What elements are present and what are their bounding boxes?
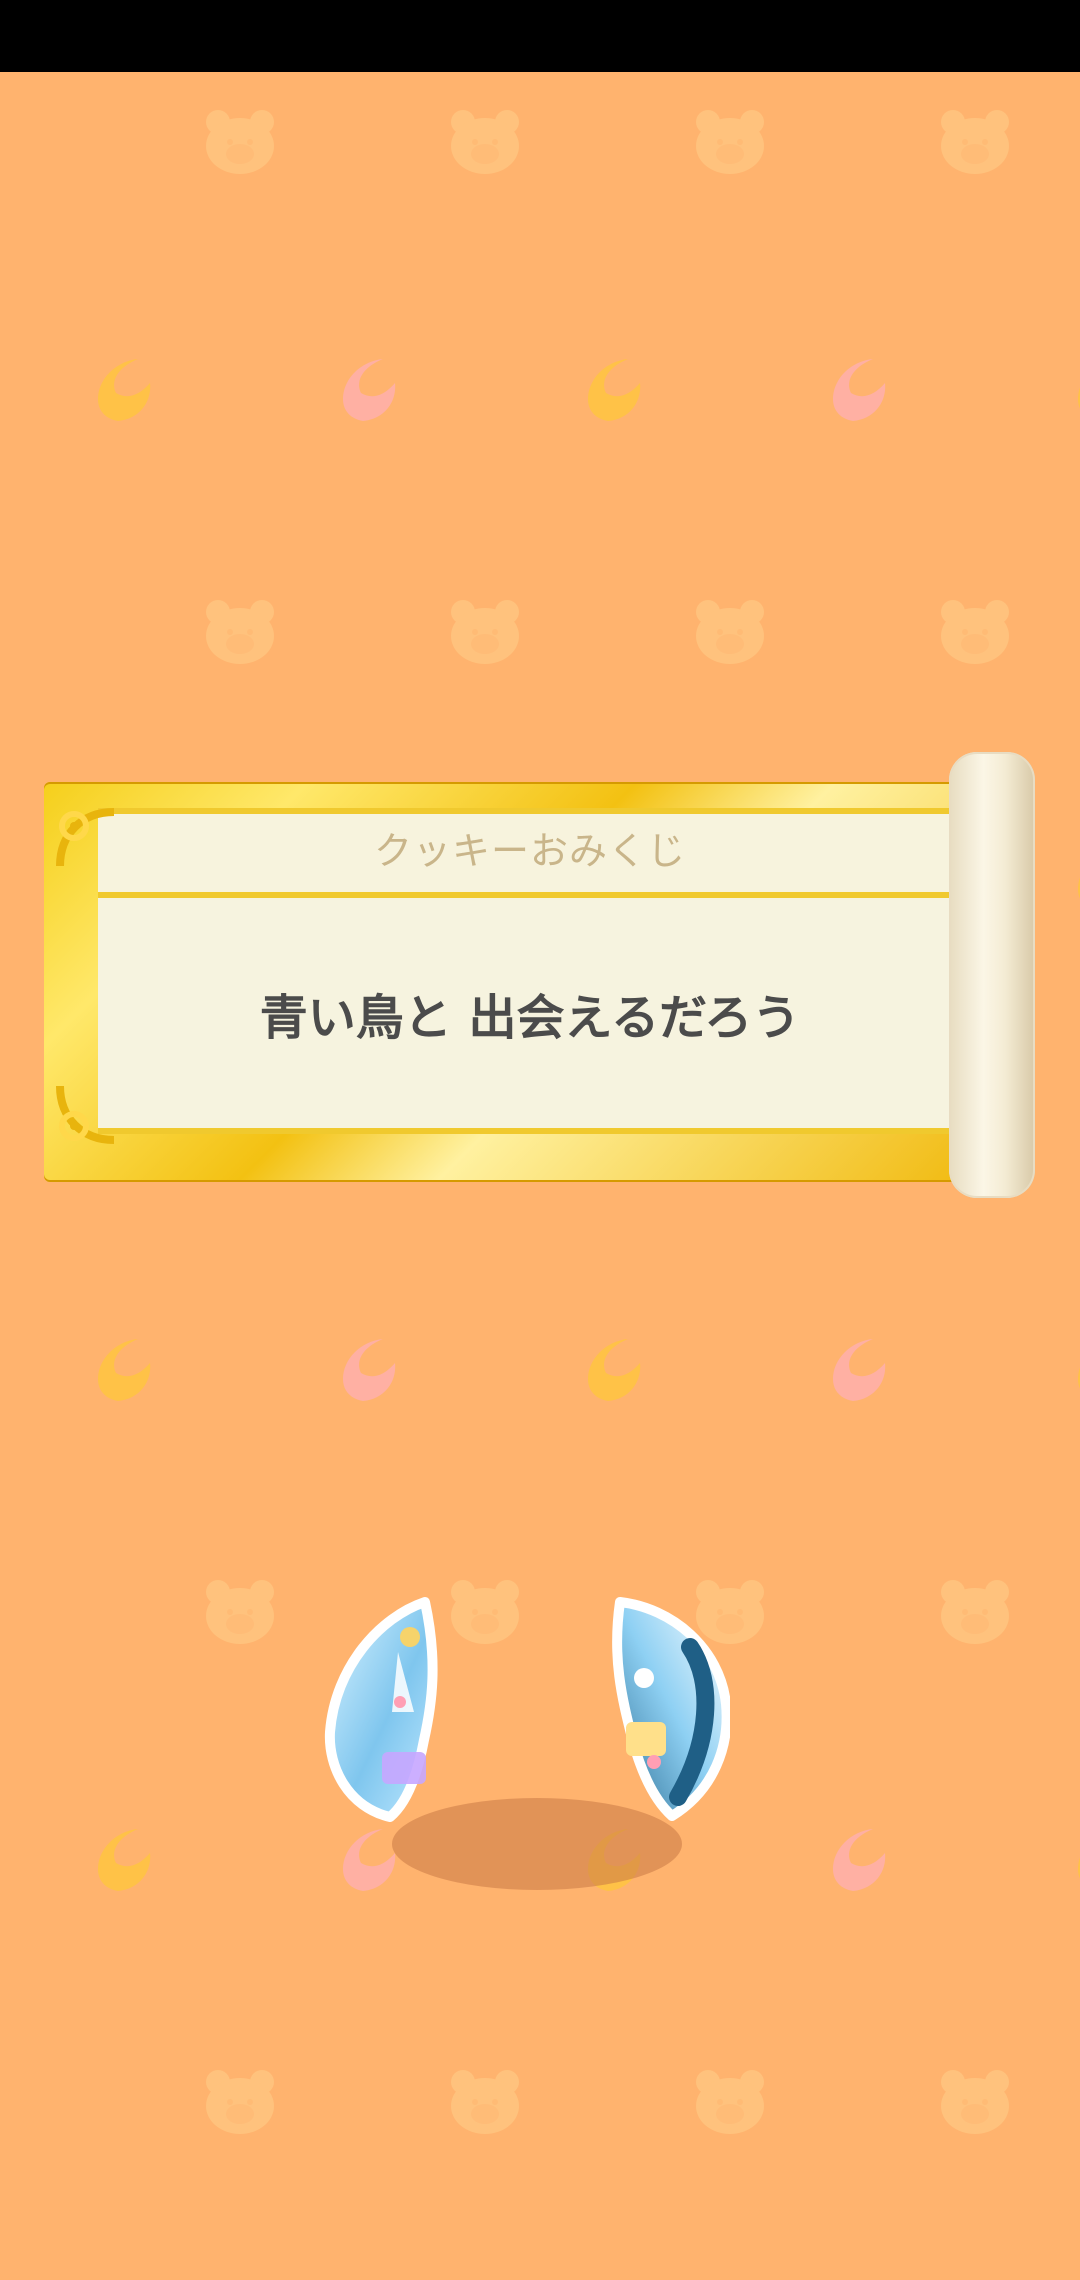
fortune-cookie[interactable] (310, 1592, 770, 1902)
scroll-roll (949, 752, 1035, 1198)
crescent-moon-icon (80, 347, 160, 427)
crescent-moon-icon (1060, 837, 1080, 917)
crescent-moon-icon (815, 1327, 895, 1407)
crescent-moon-icon (570, 1327, 650, 1407)
crescent-moon-icon (325, 347, 405, 427)
omikuji-scroll-banner: クッキーおみくじ 青い鳥と 出会えるだろう (44, 752, 1036, 1198)
bear-face-icon (690, 102, 770, 182)
omikuji-title: クッキーおみくじ (373, 829, 686, 873)
bear-face-icon (200, 592, 280, 672)
crescent-moon-icon (570, 347, 650, 427)
cookie-right-half-icon (612, 1597, 730, 1821)
crescent-moon-icon (815, 1817, 895, 1897)
crescent-moon-icon (80, 1817, 160, 1897)
bear-face-icon (935, 2062, 1015, 2142)
bear-face-icon (690, 2062, 770, 2142)
bear-face-icon (445, 102, 525, 182)
bear-face-icon (935, 102, 1015, 182)
cookie-left-half-icon (324, 1597, 438, 1822)
crescent-moon-icon (80, 1327, 160, 1407)
bear-face-icon (445, 2062, 525, 2142)
crescent-moon-icon (815, 347, 895, 427)
bear-face-icon (690, 592, 770, 672)
fortune-message: 青い鳥と 出会えるだろう (259, 990, 801, 1046)
bear-face-icon (200, 1572, 280, 1652)
bear-face-icon (935, 1572, 1015, 1652)
bear-face-icon (200, 2062, 280, 2142)
bear-face-icon (445, 592, 525, 672)
crescent-moon-icon (1060, 1817, 1080, 1897)
crescent-moon-icon (325, 1327, 405, 1407)
bear-face-icon (935, 592, 1015, 672)
bear-face-icon (200, 102, 280, 182)
status-bar (0, 0, 1080, 72)
crescent-moon-icon (1060, 347, 1080, 427)
crescent-moon-icon (1060, 1327, 1080, 1407)
